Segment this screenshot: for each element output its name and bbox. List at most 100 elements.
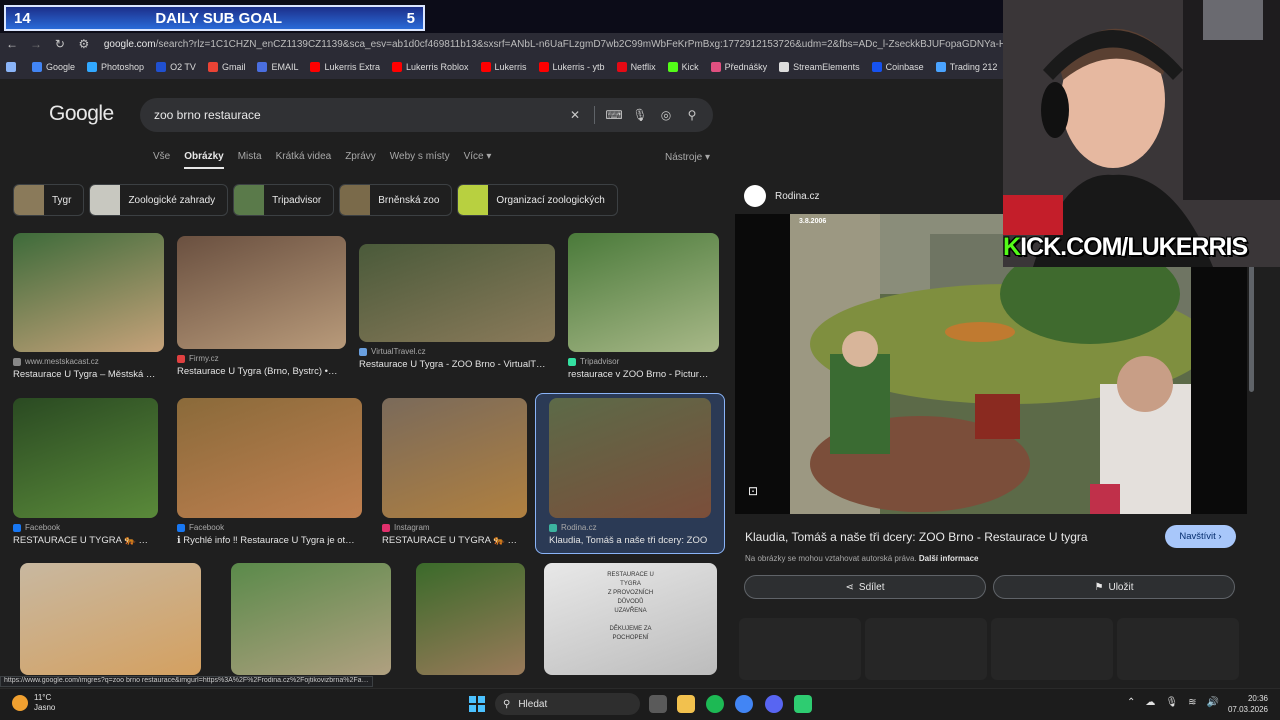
bookmark-item[interactable]: Trading 212 — [935, 62, 997, 72]
bookmark-item[interactable]: O2 TV — [156, 62, 196, 72]
weather-widget[interactable]: 11°C Jasno — [12, 693, 55, 713]
app-icon[interactable] — [794, 695, 812, 713]
result-caption[interactable]: Klaudia, Tomáš a naše tři dcery: ZOO … — [549, 535, 711, 546]
result-caption[interactable]: Restaurace U Tygra - ZOO Brno - VirtualT… — [359, 359, 555, 370]
bookmark-item[interactable]: Netflix — [616, 62, 656, 72]
volume-icon[interactable]: 🔊 — [1206, 697, 1218, 708]
image-result[interactable]: Tripadvisor restaurace v ZOO Brno - Pictu… — [568, 233, 719, 380]
site-info-icon[interactable]: ⚙ — [72, 37, 96, 51]
visit-button[interactable]: Navštívit › — [1165, 525, 1236, 548]
image-result[interactable]: VirtualTravel.cz Restaurace U Tygra - ZOO… — [359, 244, 555, 370]
search-input[interactable]: zoo brno restaurace — [154, 108, 562, 122]
bookmark-item[interactable]: Lukerris — [480, 62, 527, 72]
back-icon[interactable]: ← — [0, 37, 24, 51]
bookmark-item[interactable]: Photoshop — [87, 62, 144, 72]
result-thumbnail[interactable] — [416, 563, 525, 675]
result-thumbnail[interactable]: RESTAURACE U TYGRA Z PROVOZNÍCH DŮVODŮ UZAVŘ… — [544, 563, 717, 675]
apps-icon[interactable] — [6, 62, 20, 72]
file-explorer-icon[interactable] — [677, 695, 695, 713]
result-thumbnail[interactable] — [177, 236, 346, 349]
image-result[interactable]: Firmy.cz Restaurace U Tygra (Brno, Bystrc… — [177, 236, 346, 377]
image-result[interactable]: RESTAURACE U TYGRA Z PROVOZNÍCH DŮVODŮ UZAVŘ… — [544, 563, 717, 675]
chrome-icon[interactable] — [735, 695, 753, 713]
task-view-icon[interactable] — [649, 695, 667, 713]
filter-chip[interactable]: Tygr — [13, 184, 85, 216]
tools-button[interactable]: Nástroje ▾ — [665, 152, 710, 163]
result-thumbnail[interactable] — [568, 233, 719, 352]
taskbar-search[interactable]: ⚲ Hledat — [495, 693, 640, 715]
image-result[interactable]: www.mestskacast.cz Restaurace U Tygra – M… — [13, 233, 164, 380]
filter-chip[interactable]: Brněnská zoo — [339, 184, 453, 216]
result-thumbnail[interactable] — [549, 398, 711, 518]
spotify-icon[interactable] — [706, 695, 724, 713]
result-caption[interactable]: restaurace v ZOO Brno - Pictur… — [568, 369, 719, 380]
result-thumbnail[interactable] — [13, 398, 158, 518]
tab-item[interactable]: Více ▾ — [464, 151, 492, 169]
clear-icon[interactable]: ✕ — [562, 108, 588, 122]
result-thumbnail[interactable] — [13, 233, 164, 352]
bookmark-item[interactable]: EMAIL — [257, 62, 298, 72]
discord-icon[interactable] — [765, 695, 783, 713]
result-thumbnail[interactable] — [231, 563, 391, 675]
tab-item[interactable]: Mista — [238, 151, 262, 169]
result-thumbnail[interactable] — [177, 398, 362, 518]
visual-search-icon[interactable]: ⊡ — [748, 484, 758, 498]
image-result[interactable] — [231, 563, 391, 675]
bookmark-item[interactable]: StreamElements — [779, 62, 860, 72]
weather-text: Jasno — [34, 703, 56, 712]
panel-scrollbar[interactable] — [1249, 262, 1254, 392]
share-button[interactable]: ⋖ Sdílet — [744, 575, 986, 599]
result-caption[interactable]: RESTAURACE U TYGRA 🐅 … — [382, 535, 527, 546]
filter-chip[interactable]: Organizací zoologických — [457, 184, 618, 216]
bookmark-item[interactable]: Kick — [667, 62, 699, 72]
clock[interactable]: 20:36 07.03.2026 — [1222, 693, 1268, 715]
bookmark-item[interactable]: Gmail — [207, 62, 245, 72]
result-caption[interactable]: ℹ Rychlé info ‼ Restaurace U Tygra je ot… — [177, 535, 362, 546]
google-logo[interactable]: Google — [49, 102, 114, 126]
filter-chip[interactable]: Tripadvisor — [233, 184, 335, 216]
forward-icon[interactable]: → — [24, 37, 48, 51]
tab-item[interactable]: Zprávy — [345, 151, 376, 169]
bookmark-item[interactable]: Lukerris Extra — [310, 62, 380, 72]
search-box[interactable]: zoo brno restaurace ✕ ⌨ 🎙 ◎ ⚲ — [140, 98, 713, 132]
save-button[interactable]: ⚑ Uložit — [993, 575, 1235, 599]
image-result[interactable]: Rodina.cz Klaudia, Tomáš a naše tři dcery… — [549, 398, 711, 546]
image-result[interactable] — [20, 563, 201, 675]
result-thumbnail[interactable] — [359, 244, 555, 342]
bookmark-item[interactable]: Coinbase — [871, 62, 924, 72]
preview-site-name[interactable]: Rodina.cz — [775, 191, 819, 202]
cloud-icon[interactable]: ☁ — [1145, 697, 1155, 708]
tab-item[interactable]: Weby s místy — [390, 151, 450, 169]
result-thumbnail[interactable] — [20, 563, 201, 675]
tab-item[interactable]: Obrázky — [184, 151, 224, 169]
search-icon[interactable]: ⚲ — [679, 108, 705, 122]
result-caption[interactable]: Restaurace U Tygra (Brno, Bystrc) •… — [177, 366, 346, 377]
result-caption[interactable]: Restaurace U Tygra – Městská … — [13, 369, 164, 380]
result-caption[interactable]: RESTAURACE U TYGRA 🐅 … — [13, 535, 158, 546]
bookmark-label: Photoshop — [101, 62, 145, 72]
microphone-icon[interactable]: 🎙 — [627, 108, 653, 122]
keyboard-icon[interactable]: ⌨ — [601, 108, 627, 122]
chevron-up-icon[interactable]: ⌃ — [1127, 697, 1135, 708]
bookmark-icon: ⚑ — [1094, 581, 1104, 593]
lens-icon[interactable]: ◎ — [653, 108, 679, 122]
wifi-icon[interactable]: ≋ — [1188, 697, 1196, 708]
bookmark-item[interactable]: Lukerris - ytb — [538, 62, 605, 72]
preview-title[interactable]: Klaudia, Tomáš a naše tři dcery: ZOO Brn… — [745, 530, 1088, 544]
url-field[interactable]: google.com/search?rlz=1C1CHZN_enCZ1139CZ… — [104, 39, 1003, 50]
reload-icon[interactable]: ↻ — [48, 37, 72, 51]
bookmark-item[interactable]: Google — [32, 62, 75, 72]
result-thumbnail[interactable] — [382, 398, 527, 518]
start-icon[interactable] — [469, 696, 485, 712]
more-info-link[interactable]: Další informace — [919, 554, 979, 563]
image-result[interactable]: Facebook RESTAURACE U TYGRA 🐅 … — [13, 398, 158, 546]
tab-item[interactable]: Krátká videa — [276, 151, 332, 169]
image-result[interactable]: Instagram RESTAURACE U TYGRA 🐅 … — [382, 398, 527, 546]
tab-item[interactable]: Vše — [153, 151, 170, 169]
image-result[interactable] — [416, 563, 525, 675]
filter-chip[interactable]: Zoologické zahrady — [89, 184, 229, 216]
microphone-icon[interactable]: 🎙 — [1165, 697, 1178, 708]
bookmark-item[interactable]: Přednášky — [710, 62, 767, 72]
image-result[interactable]: Facebook ℹ Rychlé info ‼ Restaurace U Tyg… — [177, 398, 362, 546]
bookmark-item[interactable]: Lukerris Roblox — [392, 62, 469, 72]
